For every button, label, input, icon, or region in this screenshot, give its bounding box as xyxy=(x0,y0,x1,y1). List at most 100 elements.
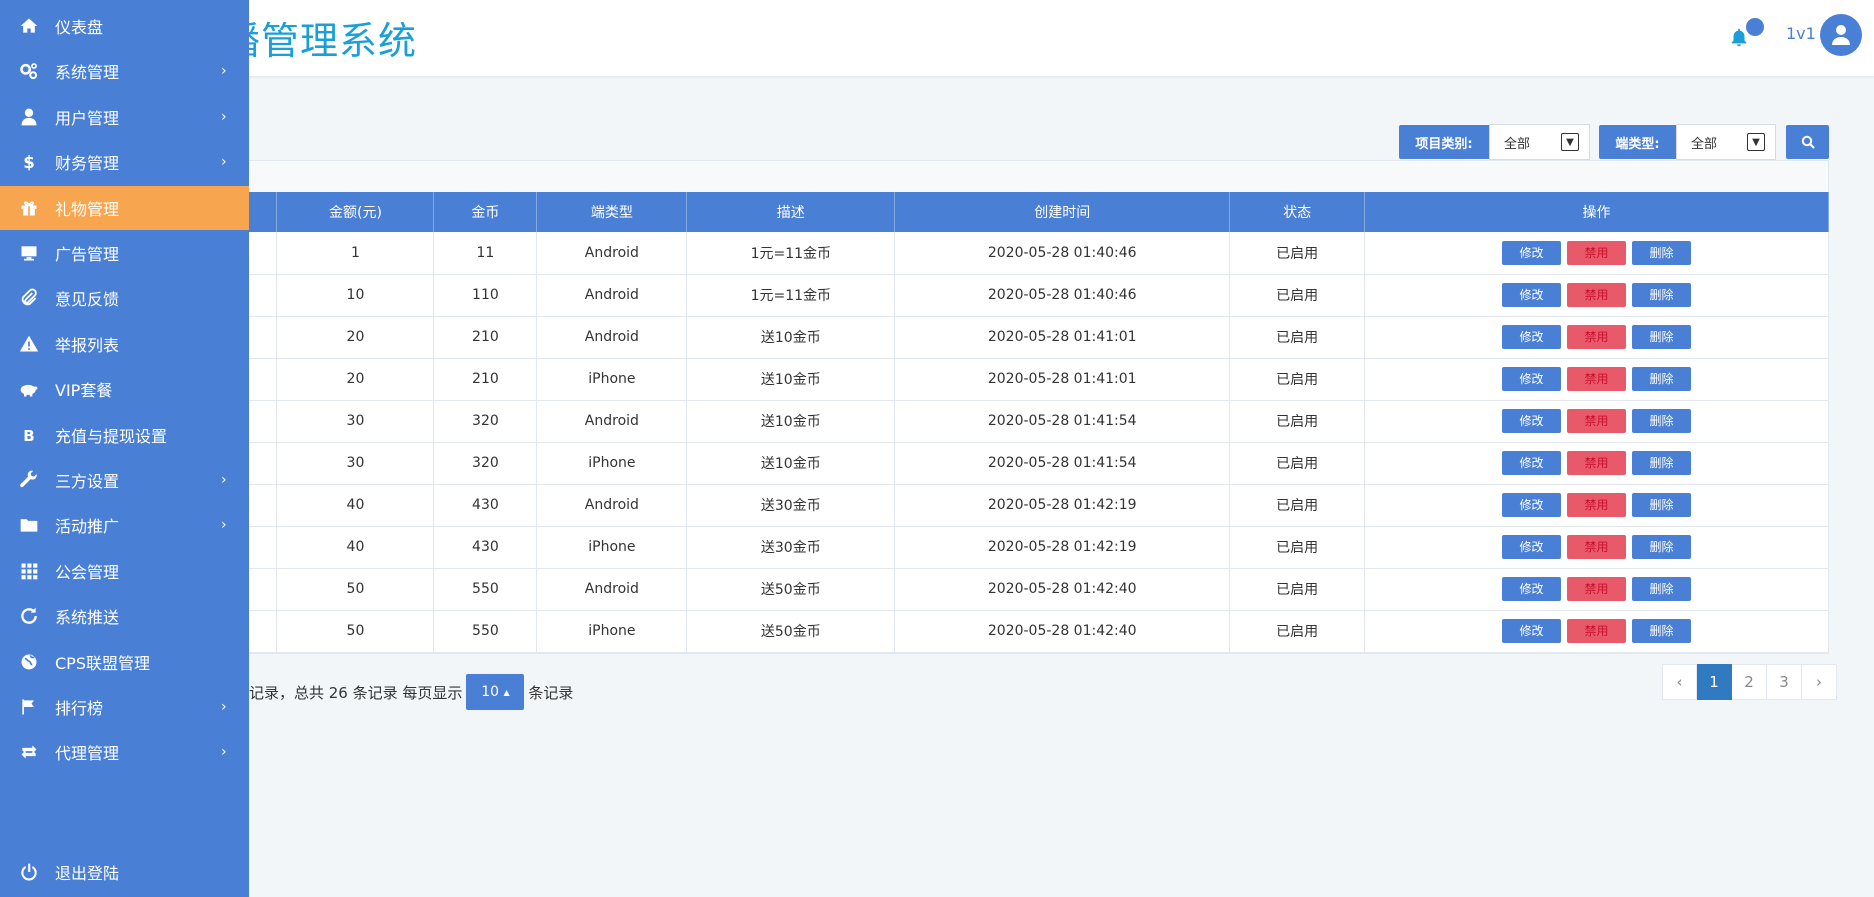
table-cell: 2020-05-28 01:41:01 xyxy=(894,316,1231,359)
delete-button[interactable]: 删除 xyxy=(1632,493,1692,517)
edit-button[interactable]: 修改 xyxy=(1502,577,1562,601)
sidebar-item-2[interactable]: 用户管理 › xyxy=(0,95,249,139)
sidebar-item-11[interactable]: 活动推广 › xyxy=(0,503,249,547)
project-type-value: 全部 xyxy=(1504,136,1531,152)
table-cell xyxy=(249,610,278,653)
sidebar-item-3[interactable]: $ 财务管理 › xyxy=(0,140,249,184)
table-cell: iPhone xyxy=(536,442,688,485)
table-cell xyxy=(249,274,278,317)
sidebar-item-10[interactable]: 三方设置 › xyxy=(0,458,249,502)
disable-button[interactable]: 禁用 xyxy=(1567,367,1627,391)
actions-cell: 修改 禁用 删除 xyxy=(1364,442,1829,485)
table-cell: 已启用 xyxy=(1229,484,1366,527)
column-header: 创建时间 xyxy=(894,192,1231,232)
delete-button[interactable]: 删除 xyxy=(1632,577,1692,601)
table-cell: 320 xyxy=(433,400,538,443)
sidebar-item-6[interactable]: 意见反馈 xyxy=(0,276,249,320)
search-button[interactable] xyxy=(1786,125,1829,159)
sidebar-item-8[interactable]: VIP套餐 xyxy=(0,367,249,411)
prev-page-button[interactable]: ‹ xyxy=(1662,664,1697,700)
sidebar-item-9[interactable]: B 充值与提现设置 xyxy=(0,413,249,457)
delete-button[interactable]: 删除 xyxy=(1632,325,1692,349)
pagination: ‹ 1 2 3 › xyxy=(1662,664,1837,700)
table-cell: 430 xyxy=(433,526,538,569)
actions-cell: 修改 禁用 删除 xyxy=(1364,568,1829,611)
page-button[interactable]: 3 xyxy=(1767,664,1802,700)
page-size-button[interactable]: 10 ▲ xyxy=(466,674,525,710)
table-cell xyxy=(249,358,278,401)
edit-button[interactable]: 修改 xyxy=(1502,240,1562,265)
sidebar-item-label: 公会管理 xyxy=(55,562,120,582)
sidebar-item-14[interactable]: CPS联盟管理 xyxy=(0,640,249,684)
sidebar-item-1[interactable]: 系统管理 › xyxy=(0,49,249,93)
next-page-button[interactable]: › xyxy=(1802,664,1837,700)
table-cell: 2020-05-28 01:42:40 xyxy=(894,610,1231,653)
table-cell: 1元=11金币 xyxy=(686,232,896,275)
delete-button[interactable]: 删除 xyxy=(1632,283,1692,307)
edit-button[interactable]: 修改 xyxy=(1502,409,1562,433)
table-cell: 50 xyxy=(276,568,435,611)
delete-button[interactable]: 删除 xyxy=(1632,367,1692,391)
table-cell xyxy=(249,484,278,527)
sidebar-item-16[interactable]: 代理管理 › xyxy=(0,730,249,774)
page-button[interactable]: 1 xyxy=(1697,664,1732,700)
edit-button[interactable]: 修改 xyxy=(1502,325,1562,349)
disable-button[interactable]: 禁用 xyxy=(1567,283,1627,307)
disable-button[interactable]: 禁用 xyxy=(1567,619,1627,643)
table-cell: 550 xyxy=(433,610,538,653)
disable-button[interactable]: 禁用 xyxy=(1567,240,1627,265)
table-cell: 2020-05-28 01:41:54 xyxy=(894,400,1231,443)
sidebar-item-4[interactable]: 礼物管理 xyxy=(0,185,249,230)
table-cell: 430 xyxy=(433,484,538,527)
column-header: 状态 xyxy=(1229,192,1366,232)
edit-button[interactable]: 修改 xyxy=(1502,493,1562,517)
delete-button[interactable]: 删除 xyxy=(1632,240,1692,265)
disable-button[interactable]: 禁用 xyxy=(1567,493,1627,517)
table-cell: 1元=11金币 xyxy=(686,274,896,317)
edit-button[interactable]: 修改 xyxy=(1502,535,1562,559)
sidebar-item-0[interactable]: 仪表盘 xyxy=(0,4,249,48)
logout-button[interactable]: 退出登陆 xyxy=(0,850,249,894)
table-row: 40 430 iPhone 送30金币 2020-05-28 01:42:19 已启用 修改… xyxy=(249,526,1829,569)
delete-button[interactable]: 删除 xyxy=(1632,619,1692,643)
refresh-icon xyxy=(17,604,41,628)
delete-button[interactable]: 删除 xyxy=(1632,535,1692,559)
delete-button[interactable]: 删除 xyxy=(1632,451,1692,475)
table-cell: Android xyxy=(536,316,688,359)
table-row: 1 11 Android 1元=11金币 2020-05-28 01:40:46 已启用修… xyxy=(249,232,1829,275)
avatar[interactable] xyxy=(1820,14,1862,56)
table-cell: 210 xyxy=(433,316,538,359)
table-cell xyxy=(249,442,278,485)
edit-button[interactable]: 修改 xyxy=(1502,367,1562,391)
delete-button[interactable]: 删除 xyxy=(1632,409,1692,433)
actions-cell: 修改 禁用 删除 xyxy=(1364,526,1829,569)
sidebar-item-5[interactable]: 广告管理 xyxy=(0,231,249,275)
gift-icon xyxy=(17,196,41,220)
disable-button[interactable]: 禁用 xyxy=(1567,325,1627,349)
sidebar-item-13[interactable]: 系统推送 xyxy=(0,594,249,638)
edit-button[interactable]: 修改 xyxy=(1502,451,1562,475)
page-button[interactable]: 2 xyxy=(1732,664,1767,700)
table-row: 30 320 Android 送10金币 2020-05-28 01:41:54 已启用修… xyxy=(249,400,1829,443)
power-icon xyxy=(17,860,41,884)
sidebar-item-15[interactable]: 排行榜 › xyxy=(0,685,249,729)
project-type-select[interactable]: 全部 ▼ xyxy=(1489,124,1590,160)
table-row: 30 320 iPhone 送10金币 2020-05-28 01:41:54 已启用 修改… xyxy=(249,442,1829,485)
disable-button[interactable]: 禁用 xyxy=(1567,409,1627,433)
edit-button[interactable]: 修改 xyxy=(1502,619,1562,643)
page-info: 记录，总共 26 条记录 每页显示 10 ▲ 条记录 xyxy=(249,674,573,710)
user-name[interactable]: 1v1 xyxy=(1786,24,1816,43)
edit-button[interactable]: 修改 xyxy=(1502,283,1562,307)
sidebar-item-7[interactable]: 举报列表 xyxy=(0,322,249,366)
disable-button[interactable]: 禁用 xyxy=(1567,451,1627,475)
column-header: 端类型 xyxy=(536,192,688,232)
table-cell: iPhone xyxy=(536,526,688,569)
client-type-select[interactable]: 全部 ▼ xyxy=(1676,124,1776,160)
home-icon xyxy=(17,14,41,38)
sidebar-item-label: 礼物管理 xyxy=(55,199,120,219)
sidebar-item-12[interactable]: 公会管理 xyxy=(0,549,249,593)
disable-button[interactable]: 禁用 xyxy=(1567,577,1627,601)
search-icon xyxy=(1801,135,1815,149)
disable-button[interactable]: 禁用 xyxy=(1567,535,1627,559)
table-cell: 送50金币 xyxy=(686,610,896,653)
